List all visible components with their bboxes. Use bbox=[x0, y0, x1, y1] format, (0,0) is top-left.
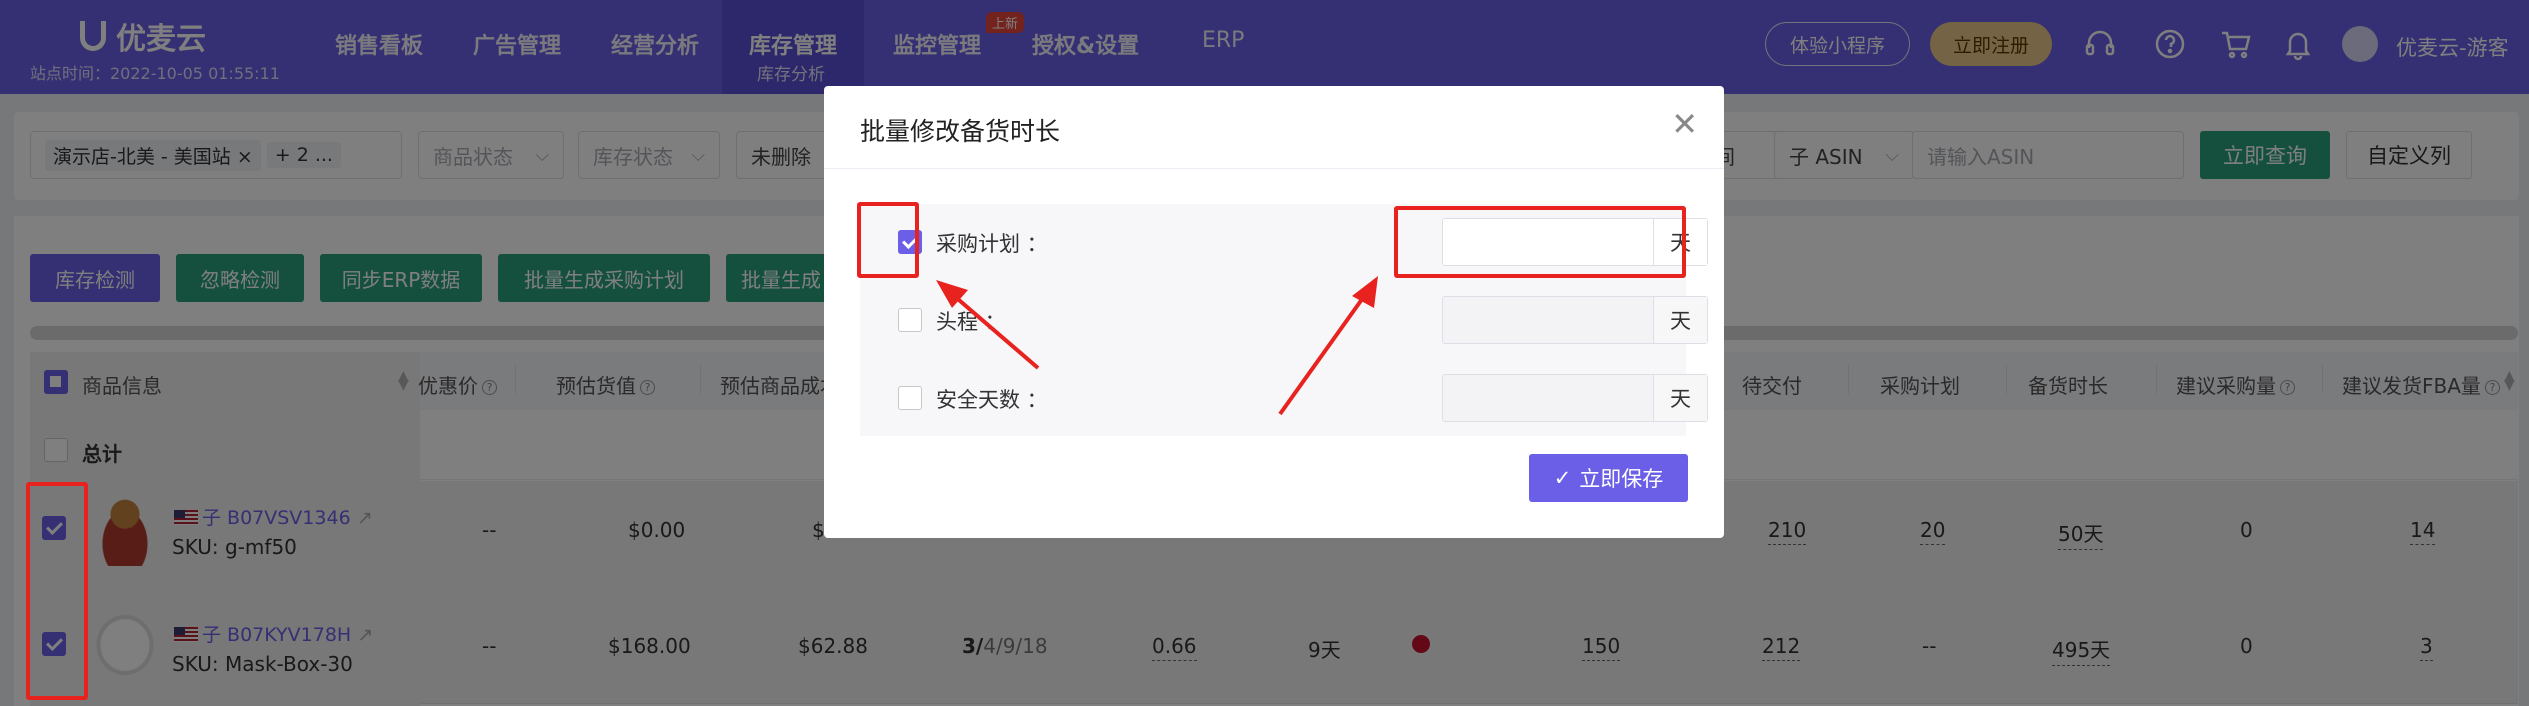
annotation-arrows bbox=[936, 276, 1378, 416]
